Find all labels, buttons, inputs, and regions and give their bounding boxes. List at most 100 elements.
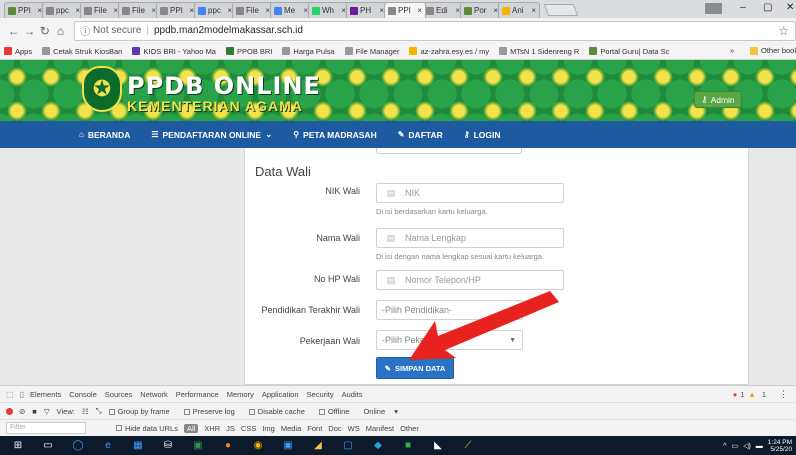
devtools-tab[interactable]: Application	[262, 390, 299, 399]
bookmark-item[interactable]: PPOB BRI	[225, 47, 272, 56]
site-title[interactable]: PPDB ONLINE	[127, 72, 321, 100]
nav-item-daftar[interactable]: ✎ DAFTAR	[398, 130, 443, 140]
tab-close-icon[interactable]: ×	[417, 6, 422, 15]
bookmark-item[interactable]: KIOS BRI - Yahoo Ma	[132, 47, 216, 56]
network-icon[interactable]: ▭	[731, 442, 738, 450]
media-player-icon[interactable]: ▣	[281, 439, 295, 452]
browser-tab[interactable]: Por ×	[460, 2, 502, 18]
home-icon[interactable]: ⌂	[53, 24, 69, 38]
large-rows-icon[interactable]: ☷	[82, 407, 89, 416]
bookmark-item[interactable]: MTsN 1 Sidenreng R	[499, 47, 579, 56]
browser-tab[interactable]: ppc ×	[42, 2, 84, 18]
tab-close-icon[interactable]: ×	[531, 6, 536, 15]
forward-icon[interactable]: →	[22, 24, 38, 38]
back-icon[interactable]: ←	[6, 24, 22, 38]
disable-cache-checkbox[interactable]: Disable cache	[248, 407, 312, 416]
admin-button[interactable]: ⚷ Admin	[694, 91, 742, 108]
browser-tab[interactable]: ppc ×	[194, 2, 236, 18]
nik-wali-input[interactable]: ▤ NIK	[376, 183, 564, 203]
chrome-icon[interactable]: ◉	[251, 439, 265, 452]
filter-type-option[interactable]: CSS	[241, 424, 256, 433]
browser-tab[interactable]: File ×	[232, 2, 274, 18]
filter-type-option[interactable]: All	[183, 423, 199, 433]
tray-expand-icon[interactable]: ^	[723, 443, 726, 450]
simpan-data-button[interactable]: ✎ SIMPAN DATA	[376, 357, 454, 379]
preserve-log-checkbox[interactable]: Preserve log	[183, 407, 242, 416]
filter-type-option[interactable]: Manifest	[366, 424, 394, 433]
kemenag-logo[interactable]: ✪	[82, 66, 122, 112]
throttle-select[interactable]: Online ▾	[363, 407, 398, 416]
edge-browser-icon[interactable]: e	[101, 439, 115, 452]
browser-tab[interactable]: PPI ×	[156, 2, 198, 18]
devtools-issue-badges[interactable]: ● 1 ▲ 1	[733, 390, 766, 399]
devtools-tab[interactable]: Network	[140, 390, 168, 399]
devtools-tab[interactable]: Elements	[30, 390, 61, 399]
nav-item-peta-madrasah[interactable]: ⚲ PETA MADRASAH	[293, 130, 377, 140]
camera-icon[interactable]: ■	[32, 407, 37, 416]
new-tab-button[interactable]	[543, 4, 579, 16]
filter-type-option[interactable]: Other	[400, 424, 419, 433]
browser-tab[interactable]: PPI ×	[384, 2, 426, 18]
pen-app-icon[interactable]: ⟋	[461, 439, 475, 452]
record-icon[interactable]	[6, 407, 13, 415]
excel-icon[interactable]: ▣	[191, 439, 205, 452]
task-view-icon[interactable]: ▭	[41, 439, 55, 452]
nav-item-pendaftaran-online[interactable]: ☰ PENDAFTARAN ONLINE ⌄	[151, 129, 272, 140]
bookmarks-overflow-button[interactable]: »	[730, 46, 734, 55]
devtools-tab[interactable]: Sources	[105, 390, 133, 399]
devtools-tab[interactable]: Security	[307, 390, 334, 399]
store-icon[interactable]: ▦	[131, 439, 145, 452]
inspect-icon[interactable]: ⬚	[6, 390, 14, 399]
bookmark-item[interactable]: File Manager	[344, 47, 399, 56]
other-bookmarks-folder[interactable]: Other bookmar	[750, 46, 796, 55]
filter-type-option[interactable]: Img	[262, 424, 275, 433]
browser-tab[interactable]: Edi ×	[422, 2, 464, 18]
devtools-tab[interactable]: Memory	[227, 390, 254, 399]
device-toolbar-icon[interactable]: ▯	[20, 390, 24, 399]
filter-input[interactable]: Filter	[6, 422, 86, 434]
close-window-icon[interactable]: ✕	[786, 2, 794, 13]
filter-type-option[interactable]: WS	[348, 424, 360, 433]
browser-tab[interactable]: PH ×	[346, 2, 388, 18]
filter-type-option[interactable]: Hide data URLs	[125, 424, 178, 433]
filter-type-option[interactable]: Font	[307, 424, 322, 433]
pekerjaan-wali-select[interactable]: -Pilih Pekerjaan- ▼	[376, 330, 523, 350]
hide-data-urls-checkbox[interactable]	[116, 425, 122, 431]
offline-checkbox[interactable]: Offline	[318, 407, 357, 416]
green-app-icon[interactable]: ■	[401, 439, 415, 452]
devtools-tab[interactable]: Performance	[176, 390, 219, 399]
browser-tab[interactable]: Me ×	[270, 2, 312, 18]
app-circle-icon[interactable]: ◯	[71, 439, 85, 452]
nav-item-login[interactable]: ⚷ LOGIN	[464, 130, 501, 140]
bookmark-star-icon[interactable]: ☆	[778, 24, 789, 38]
volume-icon[interactable]: ◁)	[743, 442, 751, 450]
omnibox[interactable]: ⓘ Not secure | ppdb.man2modelmakassar.sc…	[74, 20, 796, 41]
photos-icon[interactable]: ▢	[341, 439, 355, 452]
bookmark-item[interactable]: Apps	[4, 47, 32, 56]
waterfall-icon[interactable]: ⤡	[96, 406, 102, 416]
browser-tab[interactable]: Ani ×	[498, 2, 540, 18]
maximize-icon[interactable]: ▢	[763, 2, 772, 13]
file-explorer-icon[interactable]: ◢	[311, 439, 325, 452]
devtools-tab[interactable]: Console	[69, 390, 97, 399]
profile-name[interactable]	[705, 3, 723, 14]
group-by-frame-checkbox[interactable]: Group by frame	[108, 407, 177, 416]
filter-type-option[interactable]: Media	[281, 424, 301, 433]
pendidikan-wali-select[interactable]: -Pilih Pendidikan- ▼	[376, 300, 523, 320]
filter-type-option[interactable]: Doc	[328, 424, 341, 433]
filter-icon[interactable]: ▽	[44, 407, 50, 416]
browser-tab[interactable]: File ×	[80, 2, 122, 18]
shopping-bag-icon[interactable]: ⛁	[161, 439, 175, 452]
info-icon[interactable]: ⓘ	[80, 23, 93, 38]
browser-tab[interactable]: PPI ×	[4, 2, 46, 18]
filter-type-option[interactable]: JS	[226, 424, 235, 433]
devtools-tab[interactable]: Audits	[342, 390, 363, 399]
telegram-icon[interactable]: ◆	[371, 439, 385, 452]
system-clock[interactable]: 1:24 PM 5/25/20	[768, 439, 792, 453]
nav-item-beranda[interactable]: ⌂ BERANDA	[79, 130, 130, 140]
bookmark-item[interactable]: Cetak Struk KiosBan	[42, 47, 122, 56]
url-text[interactable]: ppdb.man2modelmakassar.sch.id	[154, 25, 303, 36]
filter-type-option[interactable]: XHR	[204, 424, 220, 433]
devtools-menu-icon[interactable]: ⋮	[779, 389, 788, 400]
hp-wali-input[interactable]: ▤ Nomor Telepon/HP	[376, 270, 564, 290]
